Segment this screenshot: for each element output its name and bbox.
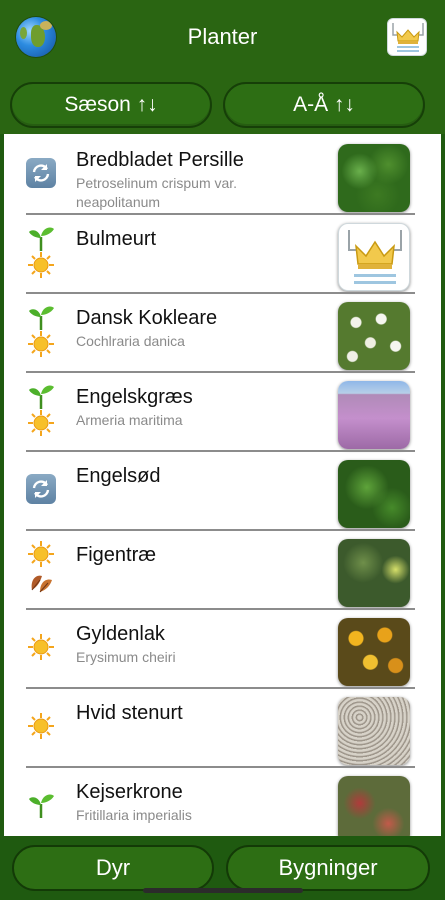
- season-icons: [26, 136, 56, 215]
- sort-bar: Sæson ↑↓ A-Å ↑↓: [0, 76, 445, 134]
- pink-flowers-photo: [338, 381, 410, 449]
- plant-name: Bulmeurt: [76, 228, 157, 250]
- season-icons: [26, 294, 56, 373]
- parsley-photo: [338, 144, 410, 212]
- plant-row[interactable]: Engelsød: [4, 452, 441, 531]
- season-icons: [26, 452, 56, 531]
- fig-tree-photo: [338, 539, 410, 607]
- sun-icon: [26, 632, 56, 662]
- season-icons: [26, 531, 56, 610]
- animals-button[interactable]: Dyr: [12, 845, 214, 891]
- season-icons: [26, 768, 56, 836]
- plant-name: Dansk Kokleare: [76, 307, 218, 329]
- royal-crown-icon[interactable]: [387, 18, 427, 56]
- autumn-leaf-icon: [26, 566, 56, 596]
- season-icons: [26, 373, 56, 452]
- plant-row[interactable]: Engelskgræs Armeria maritima: [4, 373, 441, 452]
- royal-crown-placeholder-icon: [338, 223, 410, 291]
- plant-name: Gyldenlak: [76, 623, 165, 645]
- plant-row[interactable]: Hvid stenurt: [4, 689, 441, 768]
- fern-photo: [338, 460, 410, 528]
- sort-season-button[interactable]: Sæson ↑↓: [10, 82, 212, 128]
- plant-row[interactable]: Dansk Kokleare Cochlraria danica: [4, 294, 441, 373]
- plant-row[interactable]: Bulmeurt: [4, 215, 441, 294]
- plant-name: Engelsød: [76, 465, 161, 487]
- plant-latin-name: Armeria maritima: [76, 412, 183, 428]
- home-indicator: [143, 888, 303, 893]
- season-icons: [26, 689, 56, 768]
- season-icons: [26, 610, 56, 689]
- plant-row[interactable]: Gyldenlak Erysimum cheiri: [4, 610, 441, 689]
- red-flowers-photo: [338, 776, 410, 836]
- plant-name: Bredbladet Persille: [76, 149, 244, 171]
- sun-icon: [26, 539, 56, 569]
- sprout-icon: [26, 381, 56, 411]
- plant-latin-name: Erysimum cheiri: [76, 649, 176, 665]
- sun-icon: [26, 329, 56, 359]
- sprout-icon: [26, 223, 56, 253]
- sun-icon: [26, 711, 56, 741]
- sun-icon: [26, 408, 56, 438]
- app-header: Planter: [0, 0, 445, 76]
- sprout-icon: [26, 302, 56, 332]
- plant-latin-name: Cochlraria danica: [76, 333, 185, 349]
- sun-icon: [26, 250, 56, 280]
- plant-row[interactable]: Kejserkrone Fritillaria imperialis: [4, 768, 441, 836]
- page-title: Planter: [187, 24, 258, 49]
- white-flowers-photo: [338, 302, 410, 370]
- plant-list[interactable]: Bredbladet Persille Petroselinum crispum …: [4, 134, 441, 836]
- plant-row[interactable]: Figentræ: [4, 531, 441, 610]
- sync-icon: [26, 158, 56, 188]
- season-icons: [26, 215, 56, 294]
- buildings-button[interactable]: Bygninger: [226, 845, 430, 891]
- sync-icon: [26, 474, 56, 504]
- sort-alpha-button[interactable]: A-Å ↑↓: [223, 82, 425, 128]
- plant-latin-name: Petroselinum crispum var. neapolitanum: [76, 175, 238, 210]
- plant-name: Hvid stenurt: [76, 702, 183, 724]
- plant-latin-name: Fritillaria imperialis: [76, 807, 192, 823]
- plant-name: Kejserkrone: [76, 781, 183, 803]
- sprout-icon: [26, 790, 56, 820]
- stonecrop-photo: [338, 697, 410, 765]
- plant-name: Engelskgræs: [76, 386, 193, 408]
- plant-name: Figentræ: [76, 544, 157, 566]
- plant-row[interactable]: Bredbladet Persille Petroselinum crispum …: [4, 136, 441, 215]
- yellow-flowers-photo: [338, 618, 410, 686]
